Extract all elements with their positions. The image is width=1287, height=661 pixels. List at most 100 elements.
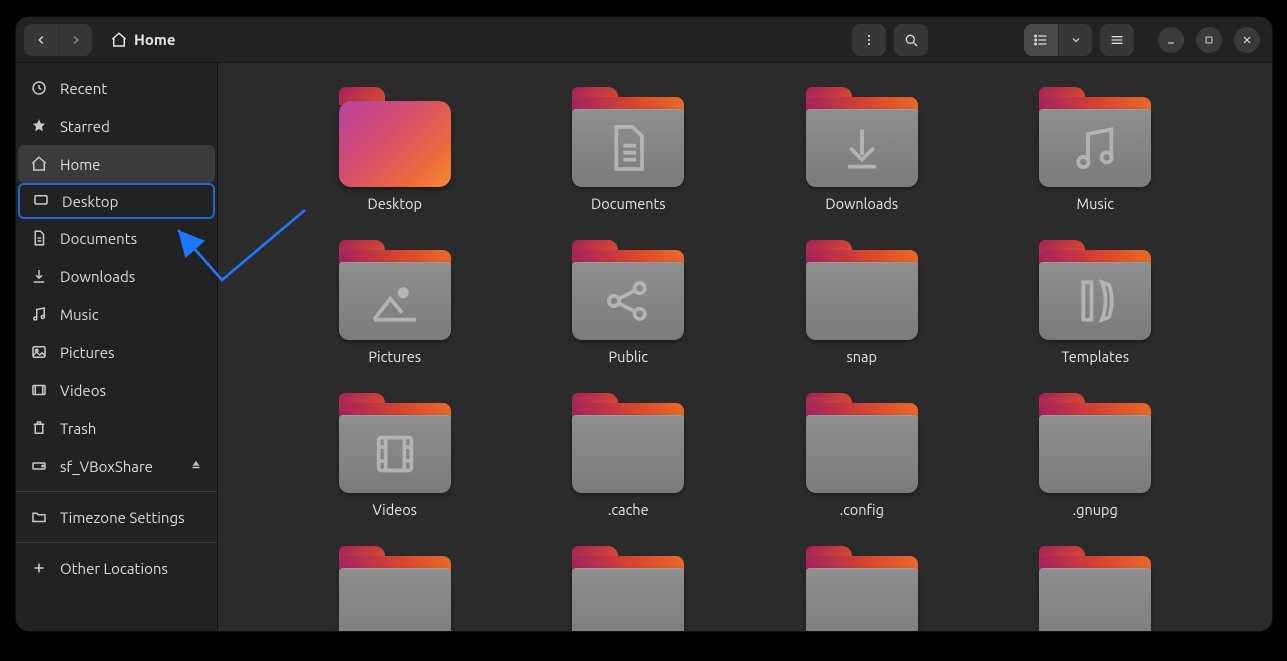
sidebar-item-documents[interactable]: Documents	[16, 219, 217, 257]
folder-item[interactable]: Downloads	[765, 87, 959, 212]
sidebar-item-label: Music	[60, 306, 99, 323]
download-icon	[30, 267, 48, 285]
maximize-button[interactable]	[1196, 27, 1222, 53]
folder-icon	[572, 87, 684, 187]
folder-icon	[1039, 240, 1151, 340]
folder-icon	[339, 87, 451, 187]
sidebar-item-downloads[interactable]: Downloads	[16, 257, 217, 295]
file-manager-window: Home	[15, 16, 1273, 632]
drive-icon	[30, 457, 48, 475]
folder-label: Desktop	[368, 195, 422, 212]
sidebar-item-label: Home	[60, 156, 100, 173]
forward-button[interactable]	[58, 24, 92, 56]
folder-item[interactable]	[532, 546, 726, 631]
home-icon	[110, 31, 128, 49]
folder-icon	[339, 240, 451, 340]
sidebar-item-videos[interactable]: Videos	[16, 371, 217, 409]
sidebar-item-label: Timezone Settings	[60, 509, 185, 526]
eject-icon[interactable]	[189, 458, 203, 475]
sidebar-item-label: Other Locations	[60, 560, 168, 577]
sidebar-item-label: Downloads	[60, 268, 135, 285]
list-view-button[interactable]	[1024, 24, 1058, 56]
folder-icon	[1039, 546, 1151, 631]
sidebar-item-label: Trash	[60, 420, 96, 437]
close-button[interactable]	[1234, 27, 1260, 53]
folder-item[interactable]: Public	[532, 240, 726, 365]
window-controls	[1158, 27, 1260, 53]
view-options-dropdown[interactable]	[1058, 24, 1092, 56]
sidebar-item-label: Starred	[60, 118, 110, 135]
back-button[interactable]	[24, 24, 58, 56]
folder-icon	[806, 393, 918, 493]
folder-item[interactable]: .cache	[532, 393, 726, 518]
folder-item[interactable]: .gnupg	[999, 393, 1193, 518]
folder-item[interactable]: Pictures	[298, 240, 492, 365]
search-button[interactable]	[894, 24, 928, 56]
folder-icon	[30, 508, 48, 526]
star-icon	[30, 117, 48, 135]
folder-label: .cache	[608, 501, 649, 518]
folder-label: Templates	[1061, 348, 1129, 365]
sidebar-item-pictures[interactable]: Pictures	[16, 333, 217, 371]
folder-label: .config	[840, 501, 884, 518]
hamburger-menu-button[interactable]	[1100, 24, 1134, 56]
sidebar-item-starred[interactable]: Starred	[16, 107, 217, 145]
sidebar-item-recent[interactable]: Recent	[16, 69, 217, 107]
folder-label: Pictures	[368, 348, 421, 365]
videos-icon	[30, 381, 48, 399]
sidebar-item-label: sf_VBoxShare	[60, 458, 153, 475]
pictures-icon	[30, 343, 48, 361]
content-area[interactable]: Desktop Documents Downloads Music Pictures Pu…	[218, 63, 1272, 631]
folder-icon	[806, 240, 918, 340]
folder-label: Videos	[373, 501, 417, 518]
sidebar-item-label: Desktop	[62, 193, 118, 210]
folder-label: Documents	[591, 195, 666, 212]
folder-item[interactable]	[999, 546, 1193, 631]
folder-item[interactable]: Desktop	[298, 87, 492, 212]
desktop-icon	[32, 192, 50, 210]
sidebar-item-label: Documents	[60, 230, 137, 247]
minimize-button[interactable]	[1158, 27, 1184, 53]
document-icon	[30, 229, 48, 247]
folder-label: Public	[609, 348, 649, 365]
trash-icon	[30, 419, 48, 437]
sidebar-item-trash[interactable]: Trash	[16, 409, 217, 447]
sidebar-item-home[interactable]: Home	[18, 145, 215, 183]
sidebar-item-label: Pictures	[60, 344, 115, 361]
folder-icon	[339, 546, 451, 631]
folder-item[interactable]	[765, 546, 959, 631]
clock-icon	[30, 79, 48, 97]
folder-item[interactable]	[298, 546, 492, 631]
folder-icon	[572, 393, 684, 493]
folder-icon	[572, 240, 684, 340]
folder-item[interactable]: Music	[999, 87, 1193, 212]
sidebar-item-label: Videos	[60, 382, 106, 399]
folder-item[interactable]: snap	[765, 240, 959, 365]
folder-item[interactable]: Templates	[999, 240, 1193, 365]
sidebar-item-music[interactable]: Music	[16, 295, 217, 333]
folder-icon	[806, 87, 918, 187]
folder-label: .gnupg	[1073, 501, 1118, 518]
sidebar-item-desktop[interactable]: Desktop	[18, 183, 215, 219]
view-mode-buttons	[1024, 24, 1092, 56]
headerbar: Home	[16, 17, 1272, 63]
home-icon	[30, 155, 48, 173]
folder-label: Music	[1077, 195, 1114, 212]
folder-icon	[1039, 393, 1151, 493]
folder-label: Downloads	[825, 195, 898, 212]
sidebar-item-other-locations[interactable]: Other Locations	[16, 549, 217, 587]
folder-icon	[339, 393, 451, 493]
folder-item[interactable]: Documents	[532, 87, 726, 212]
folder-label: snap	[846, 348, 877, 365]
folder-item[interactable]: Videos	[298, 393, 492, 518]
sidebar-item-vboxshare[interactable]: sf_VBoxShare	[16, 447, 217, 485]
folder-item[interactable]: .config	[765, 393, 959, 518]
sidebar-item-timezone-settings[interactable]: Timezone Settings	[16, 498, 217, 536]
folder-icon	[1039, 87, 1151, 187]
nav-buttons	[24, 24, 92, 56]
folder-icon	[806, 546, 918, 631]
folder-icon	[572, 546, 684, 631]
plus-icon	[30, 559, 48, 577]
location-bar[interactable]: Home	[110, 31, 175, 49]
view-menu-button[interactable]	[852, 24, 886, 56]
